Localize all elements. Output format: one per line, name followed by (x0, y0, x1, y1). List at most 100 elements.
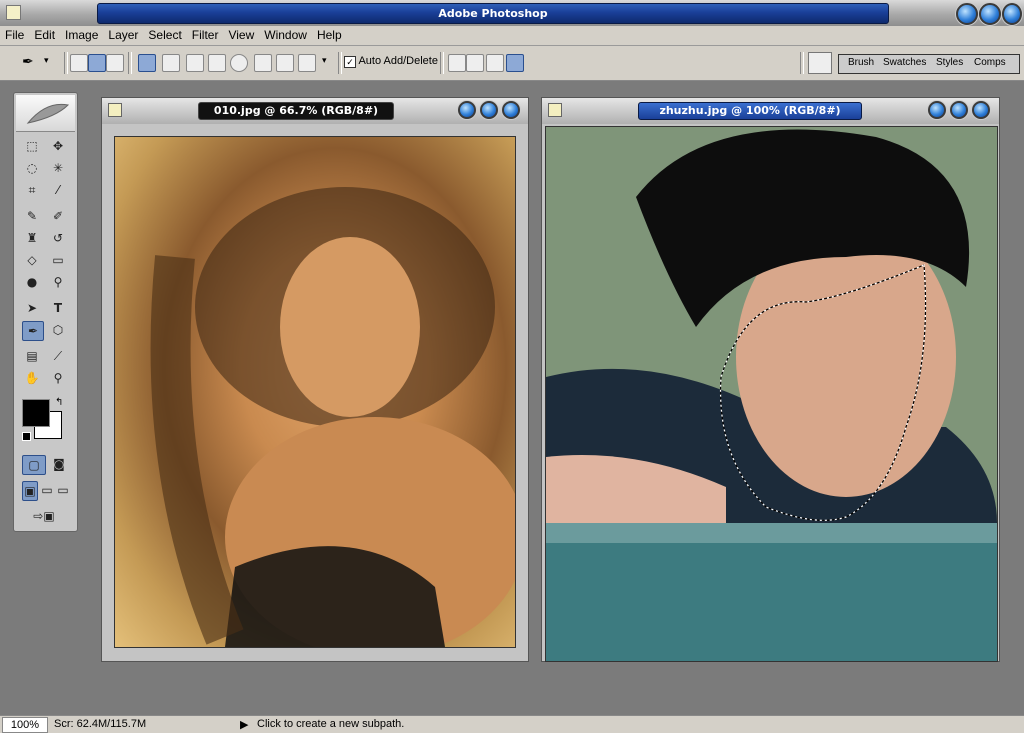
custom-shape-icon[interactable]: ⬡ (48, 321, 68, 339)
auto-add-delete-label: Auto Add/Delete (358, 55, 438, 67)
brush-icon[interactable]: ✐ (48, 207, 68, 225)
status-menu-arrow-icon[interactable]: ▶ (240, 718, 248, 731)
path-add-button[interactable] (448, 54, 466, 72)
tool-preset-dropdown[interactable]: ▾ (44, 56, 49, 66)
jump-to-imageready-icon[interactable]: ⇨▣ (22, 507, 66, 525)
menu-file[interactable]: File (0, 26, 29, 45)
ellipse-button[interactable] (230, 54, 248, 72)
menu-layer[interactable]: Layer (103, 26, 143, 45)
menu-bar: File Edit Image Layer Select Filter View Window… (0, 26, 1024, 46)
blur-icon[interactable]: ● (22, 273, 42, 291)
tab-swatches[interactable]: Swatches (883, 57, 926, 68)
type-icon[interactable]: T (48, 299, 68, 317)
freeform-pen-button[interactable] (162, 54, 180, 72)
document-titlebar[interactable]: 010.jpg @ 66.7% (RGB/8#) (102, 98, 528, 124)
zoom-icon[interactable]: ⚲ (48, 369, 68, 387)
document-icon (548, 103, 562, 117)
foreground-color-swatch[interactable] (22, 399, 50, 427)
menu-window[interactable]: Window (259, 26, 312, 45)
history-brush-icon[interactable]: ↺ (48, 229, 68, 247)
tab-brush[interactable]: Brush (848, 57, 874, 68)
path-subtract-button[interactable] (466, 54, 484, 72)
eyedropper-icon[interactable]: ⟋ (48, 347, 68, 365)
doc-maximize-button[interactable] (950, 101, 968, 119)
shape-layers-button[interactable] (70, 54, 88, 72)
doc-close-button[interactable] (972, 101, 990, 119)
menu-image[interactable]: Image (60, 26, 103, 45)
lasso-icon[interactable]: ◌ (22, 159, 42, 177)
doc-minimize-button[interactable] (928, 101, 946, 119)
path-intersect-button[interactable] (486, 54, 504, 72)
palette-well: Brush Swatches Styles Comps (838, 54, 1020, 74)
clone-stamp-icon[interactable]: ♜ (22, 229, 42, 247)
minimize-button[interactable] (956, 3, 978, 25)
custom-shape-button[interactable] (298, 54, 316, 72)
doc-maximize-button[interactable] (480, 101, 498, 119)
menu-filter[interactable]: Filter (187, 26, 224, 45)
pen-tool-icon[interactable]: ✒ (22, 54, 34, 70)
status-hint: Click to create a new subpath. (257, 718, 405, 730)
scratch-sizes: Scr: 62.4M/115.7M (54, 718, 147, 730)
photo-woman[interactable] (114, 136, 516, 648)
doc-close-button[interactable] (502, 101, 520, 119)
close-button[interactable] (1002, 3, 1022, 25)
document-title: zhuzhu.jpg @ 100% (RGB/8#) (638, 102, 862, 120)
app-title-bar[interactable]: Adobe Photoshop (0, 0, 1024, 27)
status-bar: 100% Scr: 62.4M/115.7M ▶ Click to create… (0, 715, 1024, 733)
fill-pixels-button[interactable] (106, 54, 124, 72)
line-button[interactable] (276, 54, 294, 72)
tab-styles[interactable]: Styles (936, 57, 963, 68)
screen-mode-icon[interactable]: ▣ (22, 481, 38, 501)
photo-content (546, 129, 997, 661)
pen-tool-icon[interactable]: ✒ (22, 321, 44, 341)
app-icon[interactable] (6, 5, 21, 20)
magic-wand-icon[interactable]: ✳ (48, 159, 68, 177)
toolbox-header[interactable] (16, 95, 75, 132)
gradient-icon[interactable]: ▭ (48, 251, 68, 269)
screen-mode-full-menu-icon[interactable]: ▭ (40, 481, 54, 499)
marquee-icon[interactable]: ⬚ (22, 137, 42, 155)
checkbox-icon[interactable]: ✓ (344, 56, 356, 68)
hand-icon[interactable]: ✋ (22, 369, 42, 387)
document-title: 010.jpg @ 66.7% (RGB/8#) (198, 102, 394, 120)
document-window-zhuzhu[interactable]: zhuzhu.jpg @ 100% (RGB/8#) (541, 97, 1000, 662)
notes-icon[interactable]: ▤ (22, 347, 42, 365)
document-icon (108, 103, 122, 117)
doc-minimize-button[interactable] (458, 101, 476, 119)
rectangle-button[interactable] (186, 54, 204, 72)
healing-brush-icon[interactable]: ✎ (22, 207, 42, 225)
pen-mode-button[interactable] (138, 54, 156, 72)
menu-view[interactable]: View (223, 26, 259, 45)
screen-mode-full-icon[interactable]: ▭ (56, 481, 70, 499)
shape-dropdown[interactable]: ▾ (322, 56, 327, 66)
photo-man[interactable] (545, 126, 998, 662)
maximize-button[interactable] (979, 3, 1001, 25)
polygon-button[interactable] (254, 54, 272, 72)
eraser-icon[interactable]: ◇ (22, 251, 42, 269)
feather-icon (26, 103, 70, 124)
app-title: Adobe Photoshop (97, 3, 889, 24)
path-exclude-button[interactable] (506, 54, 524, 72)
menu-help[interactable]: Help (312, 26, 347, 45)
default-colors-icon[interactable] (22, 432, 31, 441)
path-selection-icon[interactable]: ➤ (22, 299, 42, 317)
options-bar: ✒ ▾ ▾ ✓ Auto Add/Delete Brush Swatches S… (0, 46, 1024, 81)
document-titlebar[interactable]: zhuzhu.jpg @ 100% (RGB/8#) (542, 98, 999, 124)
slice-icon[interactable]: ⁄ (48, 181, 68, 199)
quickmask-icon[interactable]: ◙ (48, 455, 70, 473)
crop-icon[interactable]: ⌗ (22, 181, 42, 199)
document-window-010[interactable]: 010.jpg @ 66.7% (RGB/8#) (101, 97, 529, 662)
toolbox: ⬚ ✥ ◌ ✳ ⌗ ⁄ ✎ ✐ ♜ ↺ ◇ ▭ ● ⚲ ➤ T ✒ ⬡ ▤ ⟋ … (13, 92, 78, 532)
standard-mode-icon[interactable]: ▢ (22, 455, 46, 475)
auto-add-delete-checkbox[interactable]: ✓ Auto Add/Delete (344, 55, 438, 68)
menu-edit[interactable]: Edit (29, 26, 60, 45)
rounded-rectangle-button[interactable] (208, 54, 226, 72)
dodge-icon[interactable]: ⚲ (48, 273, 68, 291)
paths-button[interactable] (88, 54, 106, 72)
tab-comps[interactable]: Comps (974, 57, 1006, 68)
move-icon[interactable]: ✥ (48, 137, 68, 155)
zoom-field[interactable]: 100% (2, 717, 48, 733)
menu-select[interactable]: Select (143, 26, 186, 45)
swap-colors-icon[interactable]: ↰ (55, 397, 63, 408)
file-browser-icon[interactable] (808, 52, 832, 74)
